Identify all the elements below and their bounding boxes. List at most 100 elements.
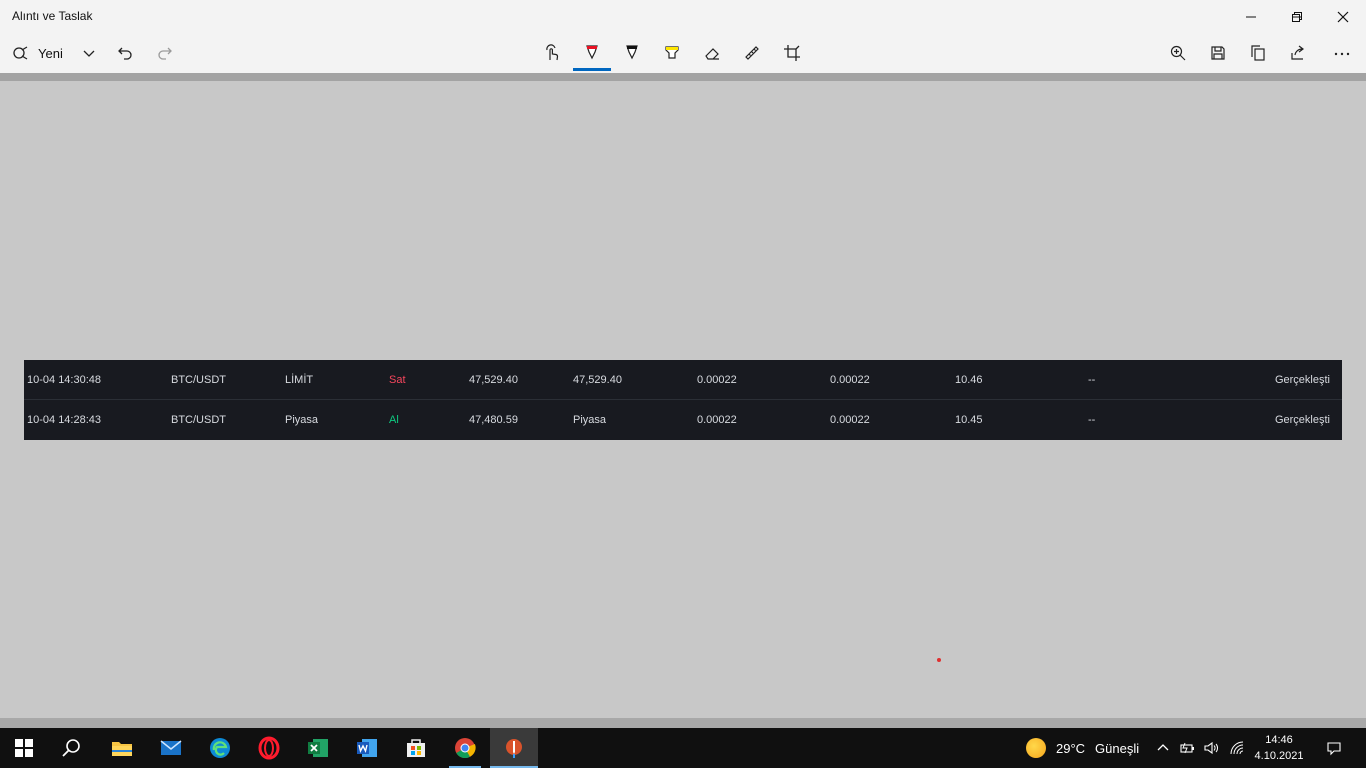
ballpoint-pen-icon bbox=[586, 45, 598, 60]
share-button[interactable] bbox=[1285, 37, 1311, 69]
close-icon bbox=[1337, 11, 1349, 22]
word-icon bbox=[357, 739, 377, 757]
edge-icon bbox=[210, 738, 230, 758]
speaker-icon bbox=[1204, 741, 1218, 755]
chevron-down-icon bbox=[83, 50, 95, 57]
minimize-button-alt[interactable] bbox=[1228, 0, 1274, 33]
zoom-in-icon bbox=[1170, 45, 1186, 61]
touch-writing-button[interactable] bbox=[539, 37, 565, 69]
restore-button[interactable] bbox=[1274, 0, 1320, 33]
order-price: 47,529.40 bbox=[469, 374, 518, 386]
clock-time: 14:46 bbox=[1265, 734, 1293, 746]
new-snip-button[interactable]: Yeni bbox=[12, 37, 76, 69]
order-total: 10.46 bbox=[955, 374, 983, 386]
notification-icon bbox=[1327, 742, 1341, 756]
canvas-top-strip bbox=[0, 73, 1366, 81]
order-amount: 0.00022 bbox=[697, 374, 737, 386]
crop-button[interactable] bbox=[779, 37, 805, 69]
active-tool-indicator bbox=[573, 68, 611, 71]
undo-button[interactable] bbox=[112, 37, 138, 69]
close-button[interactable] bbox=[1320, 0, 1366, 33]
taskbar-snip-sketch[interactable] bbox=[490, 728, 538, 768]
taskbar-file-explorer[interactable] bbox=[98, 728, 146, 768]
ruler-button[interactable] bbox=[739, 37, 765, 69]
start-icon bbox=[15, 739, 33, 757]
order-total: 10.45 bbox=[955, 414, 983, 426]
order-amount: 0.00022 bbox=[697, 414, 737, 426]
taskbar-mail[interactable] bbox=[147, 728, 195, 768]
chrome-icon bbox=[455, 738, 476, 759]
taskbar: 29°C Güneşli 14:46 4.10.2021 bbox=[0, 728, 1366, 768]
pencil-button[interactable] bbox=[619, 37, 645, 69]
taskbar-edge[interactable] bbox=[196, 728, 244, 768]
order-type: Piyasa bbox=[285, 414, 319, 426]
search-button[interactable] bbox=[48, 728, 96, 768]
zoom-button[interactable] bbox=[1165, 37, 1191, 69]
window-title: Alıntı ve Taslak bbox=[12, 9, 93, 23]
copy-button[interactable] bbox=[1245, 37, 1271, 69]
canvas-bottom-strip bbox=[0, 718, 1366, 728]
weather-temperature: 29°C bbox=[1056, 740, 1086, 756]
crop-icon bbox=[784, 45, 800, 61]
new-snip-label: Yeni bbox=[38, 45, 63, 61]
file-explorer-icon bbox=[112, 742, 132, 756]
touch-hand-icon bbox=[546, 44, 559, 61]
toolbar: Yeni bbox=[0, 33, 1366, 73]
save-icon bbox=[1211, 46, 1225, 60]
excel-icon bbox=[308, 739, 328, 757]
clock-date: 4.10.2021 bbox=[1254, 750, 1304, 762]
taskbar-opera[interactable] bbox=[245, 728, 293, 768]
network-button[interactable] bbox=[1227, 728, 1247, 768]
sun-icon bbox=[1026, 738, 1046, 758]
highlighter-icon bbox=[665, 46, 679, 59]
restore-icon bbox=[1292, 11, 1302, 22]
chevron-up-icon bbox=[1157, 744, 1169, 751]
taskbar-excel[interactable] bbox=[294, 728, 342, 768]
ink-dot bbox=[937, 658, 941, 662]
battery-icon bbox=[1180, 742, 1194, 754]
taskbar-word[interactable] bbox=[343, 728, 391, 768]
order-pair: BTC/USDT bbox=[171, 414, 226, 426]
show-hidden-icons-button[interactable] bbox=[1154, 728, 1172, 768]
order-side: Al bbox=[389, 414, 399, 426]
order-average: 47,529.40 bbox=[573, 374, 622, 386]
weather-condition: Güneşli bbox=[1095, 740, 1140, 756]
taskbar-store[interactable] bbox=[392, 728, 440, 768]
ballpoint-pen-button[interactable] bbox=[579, 37, 605, 69]
more-options-button[interactable] bbox=[1328, 37, 1356, 69]
weather-widget[interactable]: 29°C Güneşli bbox=[1026, 728, 1139, 768]
title-bar: Alıntı ve Taslak bbox=[0, 0, 1366, 33]
mail-icon bbox=[160, 740, 182, 755]
save-button[interactable] bbox=[1205, 37, 1231, 69]
order-average: Piyasa bbox=[573, 414, 607, 426]
volume-button[interactable] bbox=[1201, 728, 1221, 768]
order-price: 47,480.59 bbox=[469, 414, 518, 426]
table-row: 10-04 14:28:43 BTC/USDT Piyasa Al 47,480… bbox=[24, 400, 1342, 440]
eraser-button[interactable] bbox=[699, 37, 725, 69]
pencil-icon bbox=[626, 45, 638, 60]
order-status: Gerçekleşti bbox=[1274, 374, 1330, 386]
search-icon bbox=[62, 739, 80, 757]
order-filled: 0.00022 bbox=[830, 374, 870, 386]
new-snip-icon bbox=[13, 46, 28, 60]
order-pair: BTC/USDT bbox=[171, 374, 226, 386]
order-time: 10-04 14:30:48 bbox=[27, 374, 102, 386]
clock[interactable]: 14:46 4.10.2021 bbox=[1248, 732, 1310, 764]
undo-icon bbox=[118, 47, 132, 60]
eraser-icon bbox=[705, 48, 719, 60]
copy-icon bbox=[1251, 45, 1265, 61]
store-icon bbox=[407, 739, 425, 757]
new-snip-dropdown[interactable] bbox=[78, 37, 100, 69]
start-button[interactable] bbox=[0, 728, 48, 768]
order-trigger: -- bbox=[1088, 374, 1096, 386]
order-trigger: -- bbox=[1088, 414, 1096, 426]
redo-button[interactable] bbox=[152, 37, 178, 69]
battery-button[interactable] bbox=[1177, 728, 1197, 768]
share-icon bbox=[1291, 45, 1304, 60]
action-center-button[interactable] bbox=[1320, 728, 1348, 768]
ruler-icon bbox=[745, 46, 759, 60]
highlighter-button[interactable] bbox=[659, 37, 685, 69]
order-time: 10-04 14:28:43 bbox=[27, 414, 102, 426]
taskbar-chrome[interactable] bbox=[441, 728, 489, 768]
wifi-icon bbox=[1230, 741, 1244, 755]
